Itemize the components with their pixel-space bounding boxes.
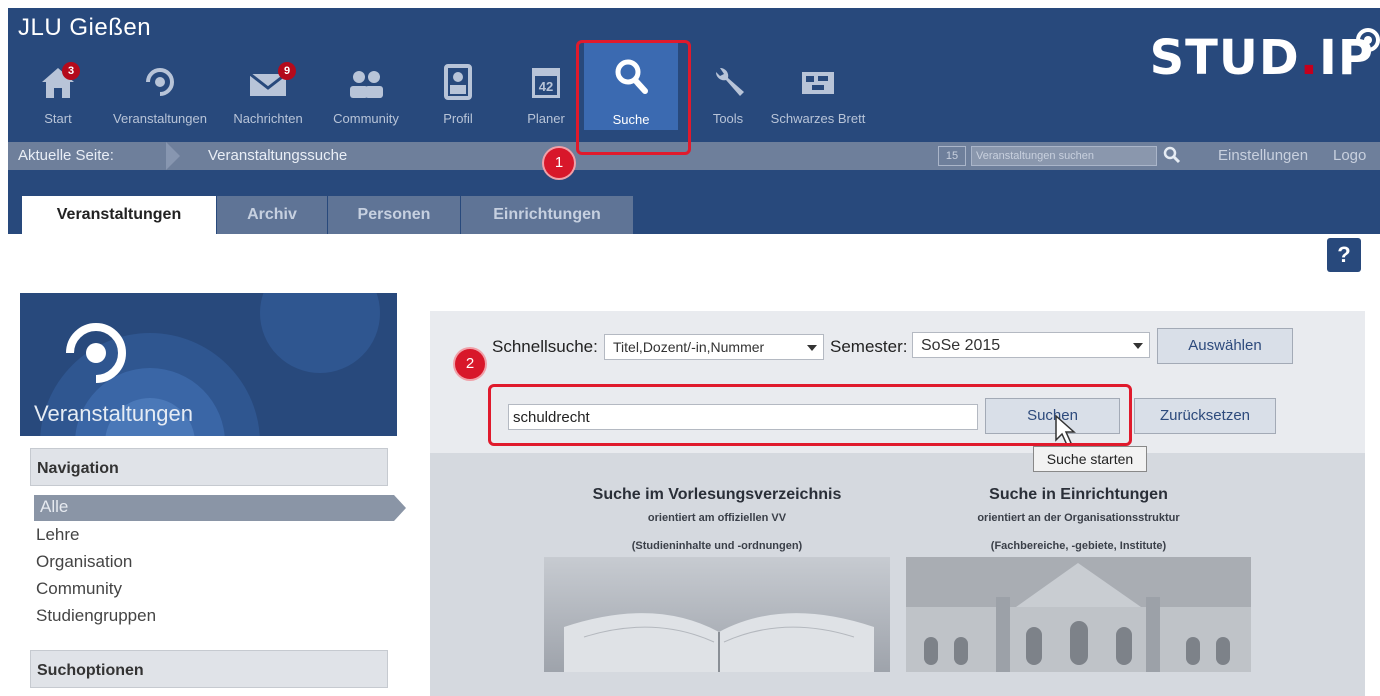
nav-community[interactable]: Community (326, 56, 406, 130)
nachrichten-badge: 9 (278, 62, 296, 80)
university-building-icon (906, 563, 1251, 672)
logout-link[interactable]: Logo (1333, 147, 1366, 164)
svg-text:42: 42 (539, 79, 553, 94)
sidebar-item-alle[interactable]: Alle (34, 495, 394, 521)
quick-search-icon[interactable] (1162, 145, 1182, 165)
quick-search-label: Schnellsuche: (492, 337, 598, 356)
profile-icon (444, 64, 472, 100)
vv-search-subtitle: orientiert am offiziellen VV (647, 512, 787, 524)
sidebar-header: Veranstaltungen (20, 293, 397, 436)
search-options-header: Suchoptionen (30, 650, 388, 688)
courses-icon (146, 68, 174, 96)
logo-swirl-icon (1356, 28, 1380, 52)
institutes-search-subtitle: orientiert an der Organisationsstruktur (977, 512, 1180, 524)
chevron-down-icon (807, 345, 817, 351)
institutes-search-title[interactable]: Suche in Einrichtungen (906, 486, 1251, 504)
semester-label: Semester: (830, 337, 908, 356)
vv-search-description: (Studieninhalte und -ordnungen) (631, 540, 803, 552)
calendar-icon: 42 (532, 68, 560, 98)
tab-veranstaltungen[interactable]: Veranstaltungen (22, 196, 216, 234)
annotation-1: 1 (544, 148, 574, 178)
open-book-icon (564, 613, 874, 672)
annotation-2: 2 (455, 349, 485, 379)
app-title: JLU Gießen (18, 14, 152, 41)
wrench-icon (715, 67, 744, 96)
building-image[interactable] (906, 557, 1251, 672)
sidebar-item-organisation[interactable]: Organisation (36, 552, 132, 572)
sidebar-item-studiengruppen[interactable]: Studiengruppen (36, 606, 156, 626)
tab-personen[interactable]: Personen (328, 196, 460, 234)
chevron-down-icon (1133, 343, 1143, 349)
institutes-search-description: (Fachbereiche, -gebiete, Institute) (990, 540, 1167, 552)
vv-search-title[interactable]: Suche im Vorlesungsverzeichnis (544, 486, 890, 504)
nav-schwarzes-brett-label: Schwarzes Brett (770, 111, 866, 126)
book-image[interactable] (544, 557, 890, 672)
selection-arrow-icon (394, 495, 406, 521)
navigation-header: Navigation (30, 448, 388, 486)
sidebar-item-community[interactable]: Community (36, 579, 122, 599)
quick-search-select[interactable]: Titel,Dozent/-in,Nummer (604, 334, 824, 360)
tab-einrichtungen[interactable]: Einrichtungen (461, 196, 633, 234)
sidebar-title: Veranstaltungen (34, 401, 194, 426)
nav-schwarzes-brett[interactable]: Schwarzes Brett (771, 56, 865, 130)
select-button[interactable]: Auswählen (1157, 328, 1293, 364)
breadcrumb-page: Veranstaltungssuche (208, 147, 348, 164)
breadcrumb-label: Aktuelle Seite: (18, 147, 114, 164)
nav-start[interactable]: 3 Start (18, 56, 98, 130)
search-tooltip: Suche starten (1033, 446, 1147, 472)
sidebar-item-lehre[interactable]: Lehre (36, 525, 79, 545)
board-icon (802, 72, 834, 94)
nav-veranstaltungen[interactable]: Veranstaltungen (113, 56, 207, 130)
highlight-suche (576, 40, 691, 155)
calendar-day-icon[interactable]: 15 (938, 146, 966, 166)
settings-link[interactable]: Einstellungen (1218, 147, 1308, 164)
highlight-search-row (488, 384, 1132, 446)
help-button[interactable]: ? (1327, 238, 1361, 272)
nav-veranstaltungen-label: Veranstaltungen (113, 111, 207, 126)
start-badge: 3 (62, 62, 80, 80)
semester-select[interactable]: SoSe 2015 (912, 332, 1150, 358)
studip-logo: STUD.IP (1150, 28, 1380, 110)
reset-button[interactable]: Zurücksetzen (1134, 398, 1276, 434)
tab-archiv[interactable]: Archiv (217, 196, 327, 234)
nav-tools[interactable]: Tools (688, 56, 768, 130)
nav-nachrichten[interactable]: 9 Nachrichten (228, 56, 308, 130)
breadcrumb-arrow-icon (166, 142, 180, 170)
breadcrumb-bar: Aktuelle Seite: Veranstaltungssuche 15 V… (8, 142, 1380, 170)
quick-search-input[interactable]: Veranstaltungen suchen (971, 146, 1157, 166)
community-icon (350, 71, 383, 98)
